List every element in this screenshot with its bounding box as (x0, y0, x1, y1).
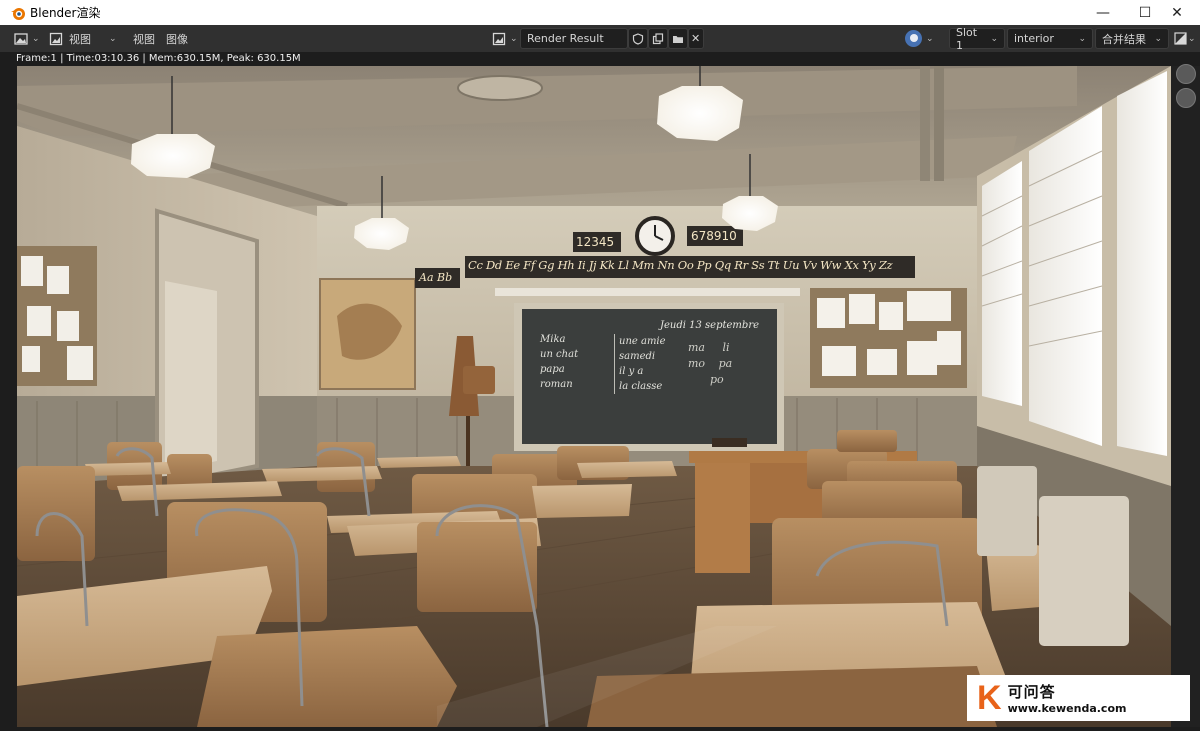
menu-image[interactable]: 图像 (162, 28, 192, 49)
board-column-1: Mika un chat papa roman (540, 332, 578, 392)
menu-view[interactable]: 视图 (129, 28, 159, 49)
display-channels-dropdown[interactable]: ⌄ (1174, 28, 1200, 49)
board-word: un chat (540, 349, 579, 360)
chevron-down-icon: ⌄ (1078, 33, 1086, 44)
board-word: papa (540, 364, 565, 375)
board-column-3: ma li mo pa po (688, 340, 732, 388)
view-layer-dropdown[interactable]: interior ⌄ (1007, 28, 1093, 49)
shield-icon (632, 32, 644, 45)
watermark-name: 可问答 (1007, 683, 1056, 701)
alphabet-right-label: Cc Dd Ee Ff Gg Hh Ii Jj Kk Ll Mm Nn Oo P… (468, 258, 893, 272)
menu-image-label: 图像 (166, 32, 188, 46)
slot-label: Slot 1 (956, 25, 978, 52)
board-word: samedi (619, 351, 656, 362)
alphabet-left-label: Aa Bb (419, 271, 453, 284)
board-word: une amie (619, 336, 666, 347)
board-syllable: po (710, 373, 724, 386)
chevron-down-icon: ⌄ (990, 33, 998, 44)
slot-dropdown[interactable]: Slot 1 ⌄ (949, 25, 1005, 52)
chevron-down-icon: ⌄ (109, 33, 117, 44)
minimize-button[interactable]: — (1080, 0, 1126, 25)
board-syllable: mo (688, 357, 706, 370)
maximize-icon: ☐ (1138, 4, 1152, 21)
board-syllable: ma (688, 341, 705, 354)
zoom-gizmo-icon[interactable] (1176, 64, 1196, 84)
image-browse-icon (492, 32, 506, 45)
blender-logo-icon (11, 7, 25, 20)
open-image-button[interactable] (668, 28, 688, 49)
chevron-down-icon: ⌄ (1188, 33, 1196, 44)
title-bar: Blender渲染 — ☐ ✕ (0, 0, 1200, 26)
board-syllable: li (722, 341, 730, 354)
view-dropdown[interactable]: 视图 ⌄ (49, 28, 125, 49)
numbers-left-label: 12345 (576, 235, 615, 249)
minimize-icon: — (1096, 4, 1110, 21)
board-word: roman (540, 379, 573, 390)
numbers-right-label: 678910 (691, 229, 737, 243)
close-button[interactable]: ✕ (1154, 0, 1200, 25)
board-syllable: pa (718, 357, 733, 370)
image-editor-icon (14, 32, 28, 45)
close-icon: ✕ (691, 32, 701, 45)
color-alpha-icon (1174, 32, 1187, 45)
board-word: Mika (540, 334, 566, 345)
board-word: la classe (619, 381, 663, 392)
image-view-icon (49, 32, 63, 45)
board-word: il y a (619, 366, 644, 377)
chevron-down-icon: ⌄ (1154, 33, 1162, 44)
render-pass-dropdown[interactable]: 合并结果 ⌄ (1095, 28, 1169, 49)
chevron-down-icon: ⌄ (510, 33, 518, 44)
folder-icon (673, 35, 683, 43)
display-mode-icon (905, 30, 922, 47)
editor-type-dropdown[interactable]: ⌄ (14, 28, 42, 49)
image-editor-header: ⌄ 视图 ⌄ 视图 图像 ⌄ Render Result ✕ ⌄ Slot 1 … (0, 25, 1200, 52)
render-info-text: Frame:1 | Time:03:10.36 | Mem:630.15M, P… (16, 53, 301, 64)
render-pass-label: 合并结果 (1102, 32, 1146, 46)
image-name-field[interactable]: Render Result (520, 28, 628, 49)
image-name-label: Render Result (527, 32, 604, 45)
watermark-logo-icon: K (977, 679, 1002, 717)
pan-gizmo-icon[interactable] (1176, 88, 1196, 108)
board-date-text: Jeudi 13 septembre (660, 320, 760, 331)
chevron-down-icon: ⌄ (926, 33, 934, 44)
close-icon: ✕ (1171, 4, 1183, 21)
view-layer-label: interior (1014, 32, 1054, 45)
viewport-edge (1171, 66, 1200, 727)
board-column-2: une amie samedi il y a la classe (614, 334, 666, 394)
view-dropdown-label: 视图 (69, 32, 91, 46)
menu-view-label: 视图 (133, 32, 155, 46)
unlink-image-button[interactable]: ✕ (688, 28, 704, 49)
window-title: Blender渲染 (30, 6, 101, 20)
display-settings-dropdown[interactable]: ⌄ (905, 28, 943, 49)
browse-image-dropdown[interactable]: ⌄ (492, 28, 520, 49)
duplicate-icon (652, 32, 664, 44)
watermark-url: www.kewenda.com (1007, 702, 1127, 715)
new-image-button[interactable] (648, 28, 668, 49)
fake-user-button[interactable] (628, 28, 648, 49)
render-result-image[interactable] (17, 66, 1171, 727)
watermark: K 可问答 www.kewenda.com (967, 675, 1190, 721)
chevron-down-icon: ⌄ (32, 33, 40, 44)
